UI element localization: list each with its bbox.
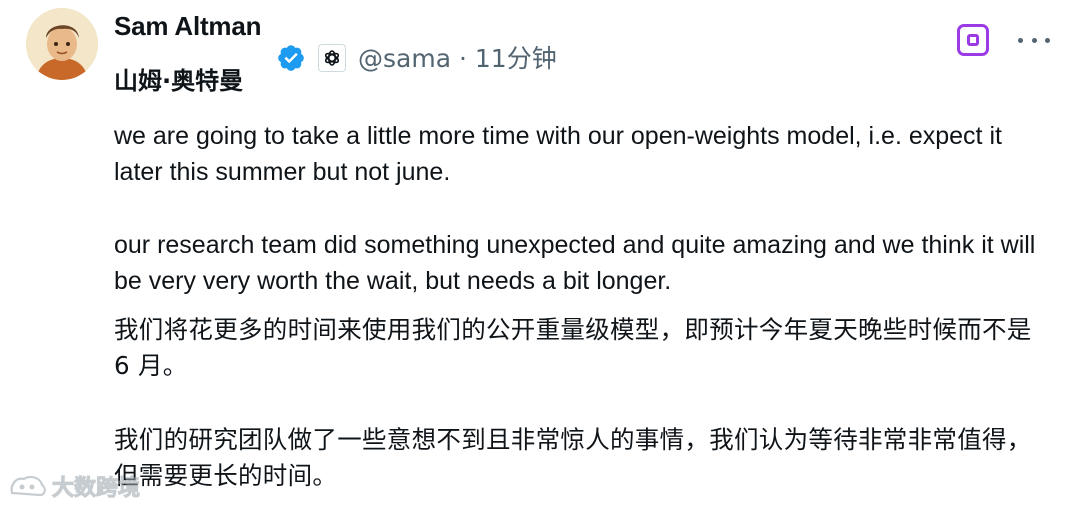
grok-icon[interactable] xyxy=(957,24,989,56)
watermark: 大数跨境 xyxy=(8,470,141,502)
meta-separator: · xyxy=(458,44,467,73)
author-handle[interactable]: @sama xyxy=(358,44,451,73)
tweet-text-en-2: our research team did something unexpect… xyxy=(114,231,1036,295)
more-options-icon[interactable] xyxy=(1018,34,1050,46)
watermark-text: 大数跨境 xyxy=(51,476,141,502)
tweet-time[interactable]: 11分钟 xyxy=(475,44,557,73)
handle-time-line: @sama · 11分钟 xyxy=(358,44,557,74)
dot-icon xyxy=(1045,37,1050,43)
tweet-text-zh-1: 我们将花更多的时间来使用我们的公开重量级模型，即预计今年夏天晚些时候而不是 6 … xyxy=(114,315,1032,380)
avatar[interactable] xyxy=(26,8,98,80)
tweet-card: Sam Altman 山姆·奥特曼 @sama · 11分钟 we are go… xyxy=(0,0,1080,506)
author-name[interactable]: Sam Altman xyxy=(114,10,262,42)
verified-badge-icon xyxy=(276,43,306,73)
meta-row: 山姆·奥特曼 @sama · 11分钟 xyxy=(114,44,557,95)
openai-logo-icon[interactable] xyxy=(318,44,346,72)
tweet-text-zh-2: 我们的研究团队做了一些意想不到且非常惊人的事情，我们认为等待非常非常值得，但需要… xyxy=(114,425,1032,490)
tweet-text-en-1: we are going to take a little more time … xyxy=(114,122,1002,186)
dot-icon xyxy=(1018,37,1023,43)
author-cn-name: 山姆·奥特曼 xyxy=(114,67,244,95)
dot-icon xyxy=(1031,37,1037,43)
grok-icon-inner xyxy=(967,34,979,46)
watermark-logo-icon xyxy=(10,475,46,497)
